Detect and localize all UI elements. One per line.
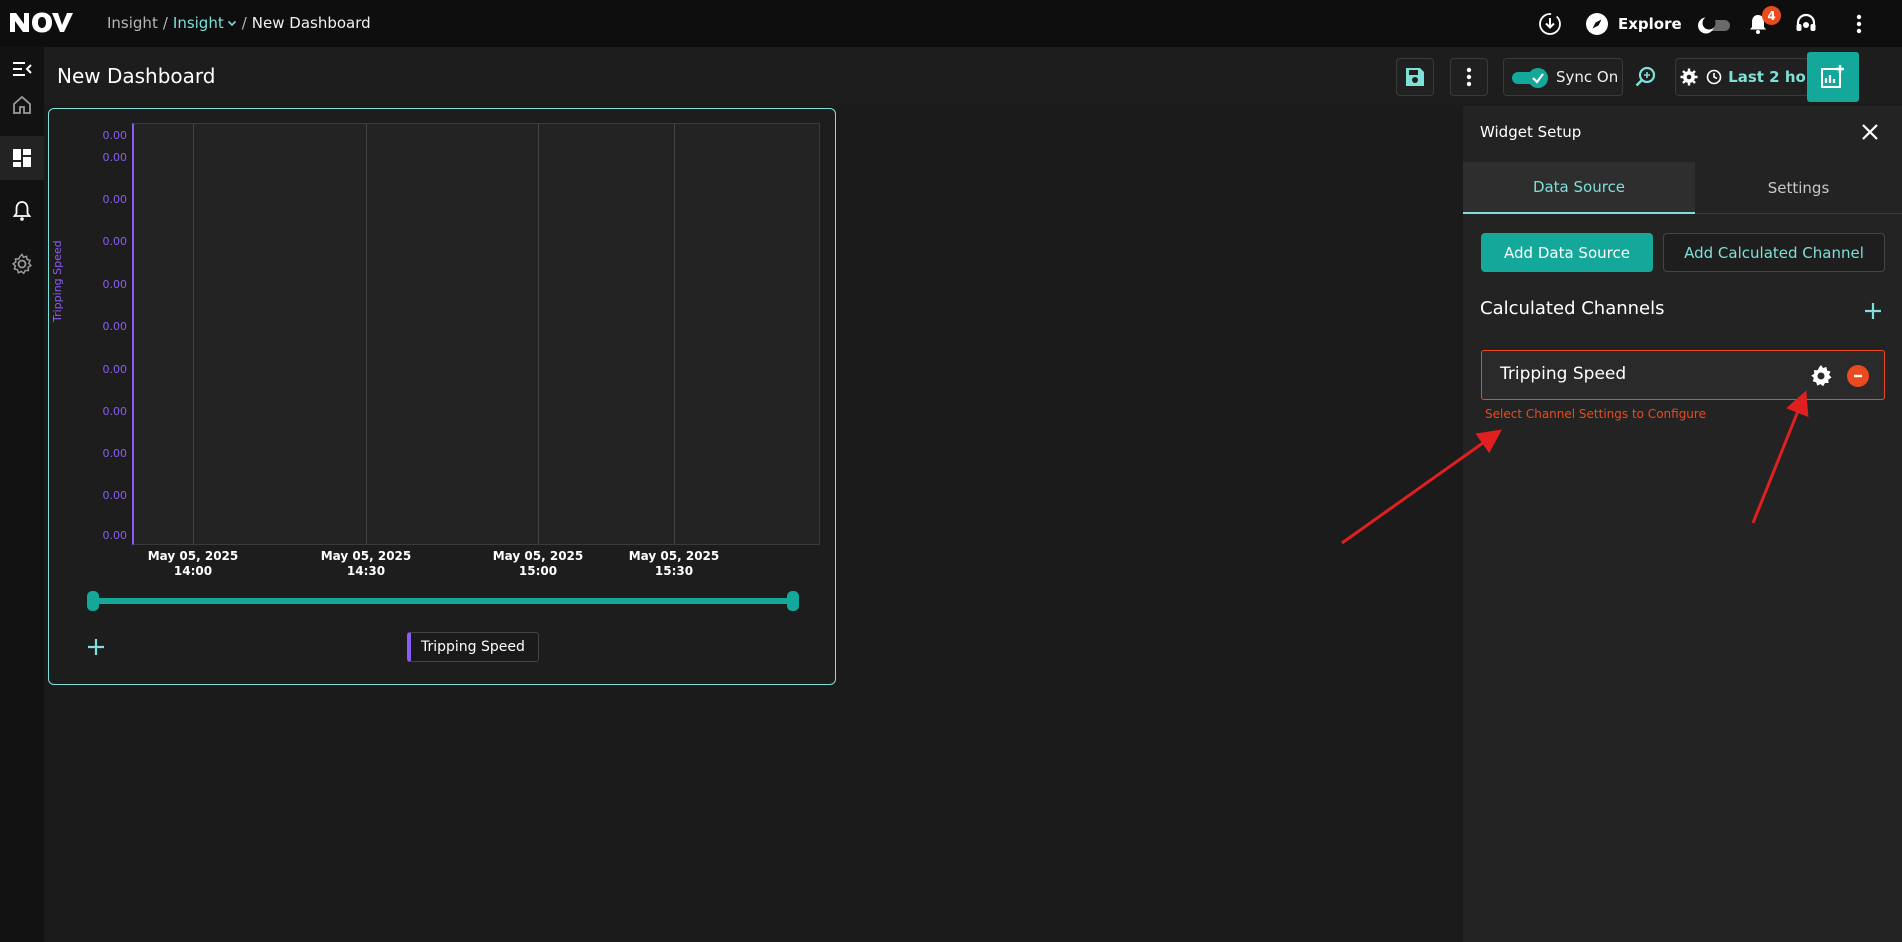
chart-widget[interactable]: Tripping Speed 0.00 0.00 0.00 0.00 0.00 0.00 0… [48, 108, 836, 685]
close-icon[interactable] [1858, 120, 1882, 144]
download-circle-icon[interactable] [1537, 11, 1563, 37]
breadcrumb-insight-dropdown[interactable]: Insight [173, 14, 237, 32]
y-tick-label: 0.00 [102, 447, 128, 460]
y-tick-label: 0.00 [102, 278, 128, 291]
compass-icon [1586, 13, 1608, 35]
y-tick-label: 0.00 [102, 320, 128, 333]
remove-channel-button[interactable] [1847, 365, 1869, 387]
plot-area[interactable] [132, 123, 820, 545]
theme-toggle[interactable] [1694, 11, 1734, 37]
dashboard-icon [13, 149, 31, 167]
tab-settings-label: Settings [1767, 178, 1830, 197]
add-data-source-button[interactable]: Add Data Source [1481, 233, 1653, 272]
legend-label: Tripping Speed [421, 639, 525, 655]
plus-icon [88, 639, 104, 655]
calculated-channels-title: Calculated Channels [1480, 298, 1665, 319]
sidebar-item-home[interactable] [0, 83, 44, 127]
range-slider-end-handle[interactable] [787, 591, 799, 611]
y-tick-label: 0.00 [102, 529, 128, 542]
x-gridline [674, 124, 675, 544]
calculated-channel-item[interactable]: Tripping Speed [1481, 350, 1885, 400]
add-calculated-channel-button[interactable]: Add Calculated Channel [1663, 233, 1885, 272]
headset-icon [1796, 13, 1816, 31]
breadcrumb-root[interactable]: Insight [107, 14, 158, 32]
notification-count-badge: 4 [1762, 6, 1781, 25]
legend-item[interactable]: Tripping Speed [407, 632, 539, 662]
add-channel-button[interactable] [1861, 299, 1885, 323]
plus-icon [1865, 303, 1881, 319]
add-series-button[interactable] [85, 636, 107, 658]
y-tick-label: 0.00 [102, 193, 128, 206]
x-gridline [193, 124, 194, 544]
channel-settings-button[interactable] [1808, 363, 1834, 389]
zoom-reset-button[interactable] [1627, 58, 1665, 96]
panel-title: Widget Setup [1480, 123, 1582, 141]
x-gridline [538, 124, 539, 544]
bell-icon [12, 201, 32, 221]
save-icon [1406, 68, 1424, 86]
channel-error-message: Select Channel Settings to Configure [1485, 407, 1706, 421]
sync-label: Sync On [1556, 68, 1619, 86]
gear-icon [1811, 365, 1832, 387]
more-vertical-icon[interactable] [1846, 11, 1872, 37]
minus-icon [1854, 374, 1862, 378]
y-tick-label: 0.00 [102, 405, 128, 418]
add-chart-icon [1821, 65, 1844, 88]
home-icon [13, 95, 31, 114]
breadcrumb-insight-label: Insight [172, 14, 224, 32]
tab-data-source[interactable]: Data Source [1463, 162, 1695, 214]
y-tick-label: 0.00 [102, 151, 128, 164]
range-slider-start-handle[interactable] [87, 591, 99, 611]
breadcrumb: Insight / Insight / New Dashboard [107, 14, 371, 32]
add-widget-button[interactable] [1807, 52, 1859, 102]
nov-logo[interactable] [8, 10, 74, 34]
sidebar-item-settings[interactable] [0, 242, 44, 286]
menu-collapse-icon [13, 62, 32, 76]
x-tick-label: May 05, 2025 15:00 [492, 549, 584, 578]
y-tick-label: 0.00 [102, 235, 128, 248]
gear-icon [11, 253, 33, 275]
explore-button[interactable]: Explore [1585, 11, 1682, 37]
breadcrumb-separator: / [241, 14, 247, 32]
y-tick-label: 0.00 [102, 489, 128, 502]
x-tick-label: May 05, 2025 14:00 [147, 549, 239, 578]
y-axis-title: Tripping Speed [51, 240, 64, 322]
sidebar-item-dashboards[interactable] [0, 136, 44, 180]
channel-name: Tripping Speed [1500, 364, 1627, 384]
sidebar-item-alerts[interactable] [0, 189, 44, 233]
x-gridline [366, 124, 367, 544]
top-bar: Insight / Insight / New Dashboard Explor… [0, 0, 1902, 47]
breadcrumb-current: New Dashboard [251, 14, 371, 32]
gear-icon [1680, 68, 1698, 86]
dashboard-header: New Dashboard Sync On Last 2 hours [44, 47, 1902, 105]
x-tick-label: May 05, 2025 14:30 [320, 549, 412, 578]
dashboard-more-button[interactable] [1450, 58, 1488, 96]
y-tick-label: 0.00 [102, 129, 128, 142]
explore-label: Explore [1618, 15, 1682, 33]
sync-switch-icon [1512, 68, 1548, 88]
page-title: New Dashboard [57, 64, 216, 88]
range-slider-track[interactable] [93, 598, 793, 604]
x-tick-label: May 05, 2025 15:30 [628, 549, 720, 578]
moon-toggle-icon [1698, 16, 1730, 34]
sidebar [0, 47, 44, 942]
save-button[interactable] [1396, 58, 1434, 96]
widget-setup-panel: Widget Setup Data Source Settings Add Da… [1463, 106, 1902, 942]
chevron-down-icon [227, 20, 236, 27]
clock-icon [1706, 69, 1722, 85]
tab-settings[interactable]: Settings [1695, 162, 1902, 214]
more-vertical-icon [1466, 67, 1472, 87]
tab-data-source-label: Data Source [1532, 178, 1626, 196]
zoom-search-icon [1635, 66, 1656, 87]
sync-toggle[interactable]: Sync On [1503, 58, 1623, 96]
support-button[interactable] [1793, 11, 1819, 37]
breadcrumb-separator: / [162, 14, 168, 32]
y-tick-label: 0.00 [102, 363, 128, 376]
